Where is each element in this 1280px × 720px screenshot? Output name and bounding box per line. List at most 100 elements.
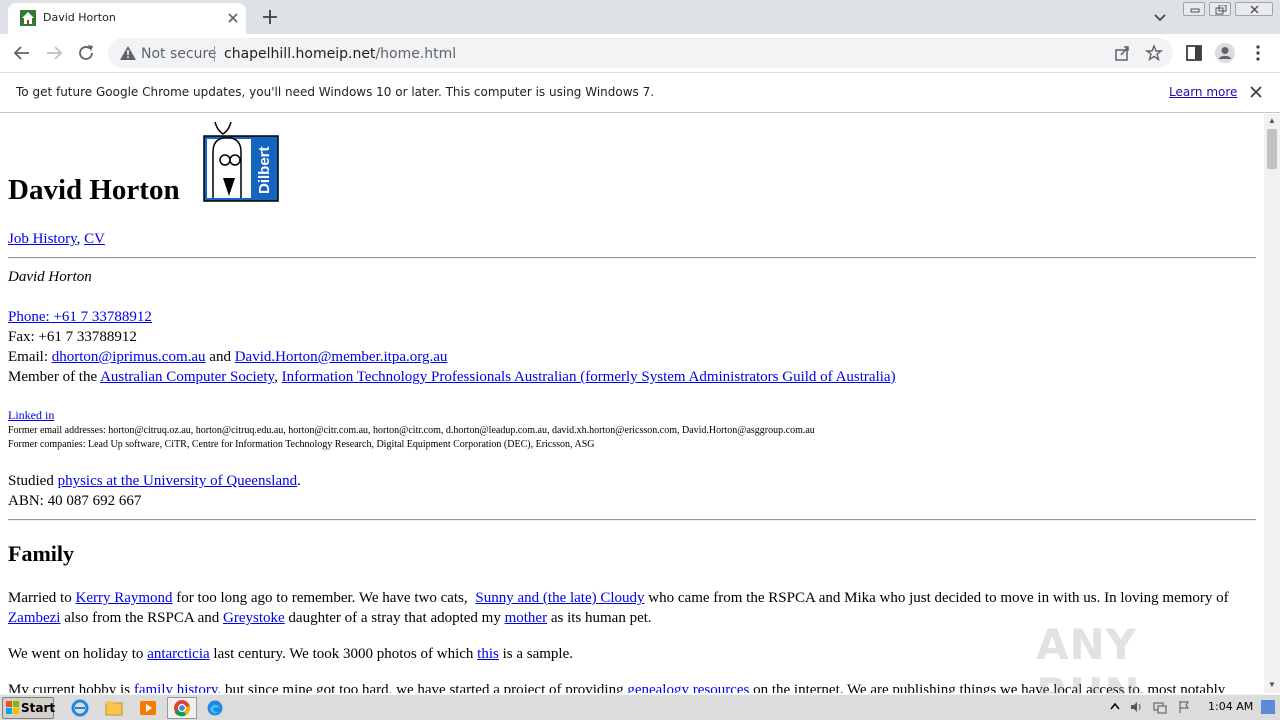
horizontal-rule — [8, 519, 1256, 521]
restore-icon — [1215, 5, 1227, 15]
acs-link[interactable]: Australian Computer Society — [100, 369, 274, 385]
linkedin-line: Linked in — [8, 408, 54, 423]
page-title: David Horton — [8, 174, 180, 206]
close-window-button[interactable] — [1235, 2, 1273, 16]
tray-chevron-icon[interactable] — [1108, 700, 1122, 714]
family-heading: Family — [8, 541, 74, 566]
kebab-menu-icon[interactable] — [1247, 42, 1269, 64]
family-paragraph-line-1: Married to Kerry Raymond for too long ag… — [8, 590, 1229, 607]
warning-triangle-icon[interactable] — [120, 46, 136, 60]
mother-link[interactable]: mother — [505, 610, 548, 626]
windows-taskbar: Start 1:04 AM — [0, 694, 1280, 720]
separator — [214, 46, 215, 62]
reload-icon[interactable] — [75, 42, 97, 64]
antarctica-link[interactable]: antarcticia — [147, 646, 209, 662]
text: also from the RSPCA and — [64, 610, 220, 626]
abn-line: ABN: 40 087 692 667 — [8, 493, 142, 509]
email-link-2[interactable]: David.Horton@member.itpa.org.au — [235, 349, 448, 365]
chevron-down-icon[interactable] — [1152, 9, 1168, 25]
minimize-button[interactable] — [1183, 2, 1205, 16]
text: for too long ago to remember. We have tw… — [176, 590, 468, 606]
linkedin-link[interactable]: Linked in — [8, 408, 54, 422]
windows-flag-icon — [6, 701, 19, 714]
studied-line: Studied physics at the University of Que… — [8, 473, 301, 490]
side-panel-icon[interactable] — [1183, 42, 1205, 64]
learn-more-link[interactable]: Learn more — [1169, 85, 1237, 99]
file-explorer-icon[interactable] — [101, 697, 127, 719]
clock[interactable]: 1:04 AM — [1208, 700, 1253, 713]
scroll-thumb[interactable] — [1267, 129, 1277, 169]
job-history-link[interactable]: Job History — [8, 231, 77, 247]
itpa-link[interactable]: Information Technology Professionals Aus… — [282, 369, 896, 385]
action-center-flag-icon[interactable] — [1177, 700, 1191, 714]
forward-arrow-icon[interactable] — [43, 42, 65, 64]
start-label: Start — [21, 701, 56, 715]
url-text[interactable]: chapelhill.homeip.net/home.html — [224, 46, 456, 62]
genealogy-resources-link[interactable]: genealogy resources — [627, 682, 749, 693]
former-emails: Former email addresses: horton@citruq.oz… — [8, 425, 815, 436]
close-infobar-icon[interactable] — [1248, 84, 1264, 100]
email-and: and — [209, 349, 231, 365]
family-paragraph-line-2: Zambezi also from the RSPCA and Greystok… — [8, 610, 652, 627]
scroll-up-arrow-icon[interactable]: ▲ — [1268, 116, 1276, 125]
not-secure-label[interactable]: Not secure — [141, 46, 217, 62]
fax-line: Fax: +61 7 33788912 — [8, 329, 137, 345]
email-line: Email: dhorton@iprimus.com.au and David.… — [8, 349, 447, 366]
minimize-icon — [1190, 8, 1200, 13]
new-tab-icon[interactable] — [259, 6, 281, 28]
scroll-down-arrow-icon[interactable]: ▼ — [1268, 680, 1276, 689]
text: is a sample. — [502, 646, 574, 662]
cats-link[interactable]: Sunny and (the late) Cloudy — [475, 590, 644, 606]
text: as its human pet. — [550, 610, 652, 626]
cv-link[interactable]: CV — [84, 231, 105, 247]
restore-button[interactable] — [1209, 2, 1231, 16]
studied-label: Studied — [8, 473, 54, 489]
member-label: Member of the — [8, 369, 98, 385]
member-separator: , — [274, 369, 278, 385]
studied-end: . — [297, 473, 301, 489]
back-arrow-icon[interactable] — [11, 42, 33, 64]
zambezi-link[interactable]: Zambezi — [8, 610, 60, 626]
text: who came from the RSPCA and Mika who jus… — [648, 590, 1229, 606]
internet-explorer-icon[interactable] — [67, 697, 93, 719]
media-player-icon[interactable] — [135, 697, 161, 719]
membership-line: Member of the Australian Computer Societ… — [8, 369, 896, 386]
family-history-link[interactable]: family history — [134, 682, 218, 693]
tab-title: David Horton — [43, 11, 116, 24]
top-links: Job History, CV — [8, 231, 105, 248]
physics-uq-link[interactable]: physics at the University of Queensland — [58, 473, 298, 489]
volume-icon[interactable] — [1129, 700, 1143, 714]
email-label: Email: — [8, 349, 48, 365]
page-content: David Horton Dilbert Job History, CV Dav… — [0, 114, 1264, 693]
close-tab-icon[interactable] — [224, 9, 242, 27]
edge-icon[interactable] — [202, 697, 228, 719]
text: last century. We took 3000 photos of whi… — [213, 646, 474, 662]
close-icon — [1250, 5, 1259, 14]
phone-link[interactable]: Phone: +61 7 33788912 — [8, 309, 152, 325]
house-favicon-icon — [20, 10, 36, 26]
start-button[interactable]: Start — [2, 697, 56, 719]
chrome-taskbar-button[interactable] — [167, 697, 197, 719]
network-icon[interactable] — [1153, 700, 1167, 714]
share-icon[interactable] — [1113, 44, 1131, 62]
profile-avatar-icon[interactable] — [1214, 42, 1236, 64]
tab-active[interactable]: David Horton — [8, 3, 246, 34]
show-desktop-button[interactable] — [1261, 700, 1275, 714]
link-separator: , — [76, 231, 81, 247]
text: daughter of a stray that adopted my — [288, 610, 501, 626]
text: My current hobby is — [8, 682, 131, 693]
address-bar[interactable]: Not secure chapelhill.homeip.net/home.ht… — [108, 38, 1173, 68]
bookmark-star-icon[interactable] — [1145, 44, 1163, 62]
contact-name: David Horton — [8, 269, 92, 285]
infobar-message: To get future Google Chrome updates, you… — [16, 85, 655, 99]
greystoke-link[interactable]: Greystoke — [223, 610, 285, 626]
this-link[interactable]: this — [477, 646, 499, 662]
vertical-scrollbar[interactable]: ▲ ▼ — [1264, 114, 1280, 693]
text: We went on holiday to — [8, 646, 144, 662]
email-link-1[interactable]: dhorton@iprimus.com.au — [52, 349, 206, 365]
holiday-paragraph: We went on holiday to antarcticia last c… — [8, 646, 573, 663]
former-companies: Former companies: Lead Up software, CiTR… — [8, 439, 595, 450]
dilbert-logo-icon[interactable]: Dilbert — [203, 122, 279, 202]
kerry-raymond-link[interactable]: Kerry Raymond — [75, 590, 172, 606]
phone-line: Phone: +61 7 33788912 — [8, 309, 152, 326]
